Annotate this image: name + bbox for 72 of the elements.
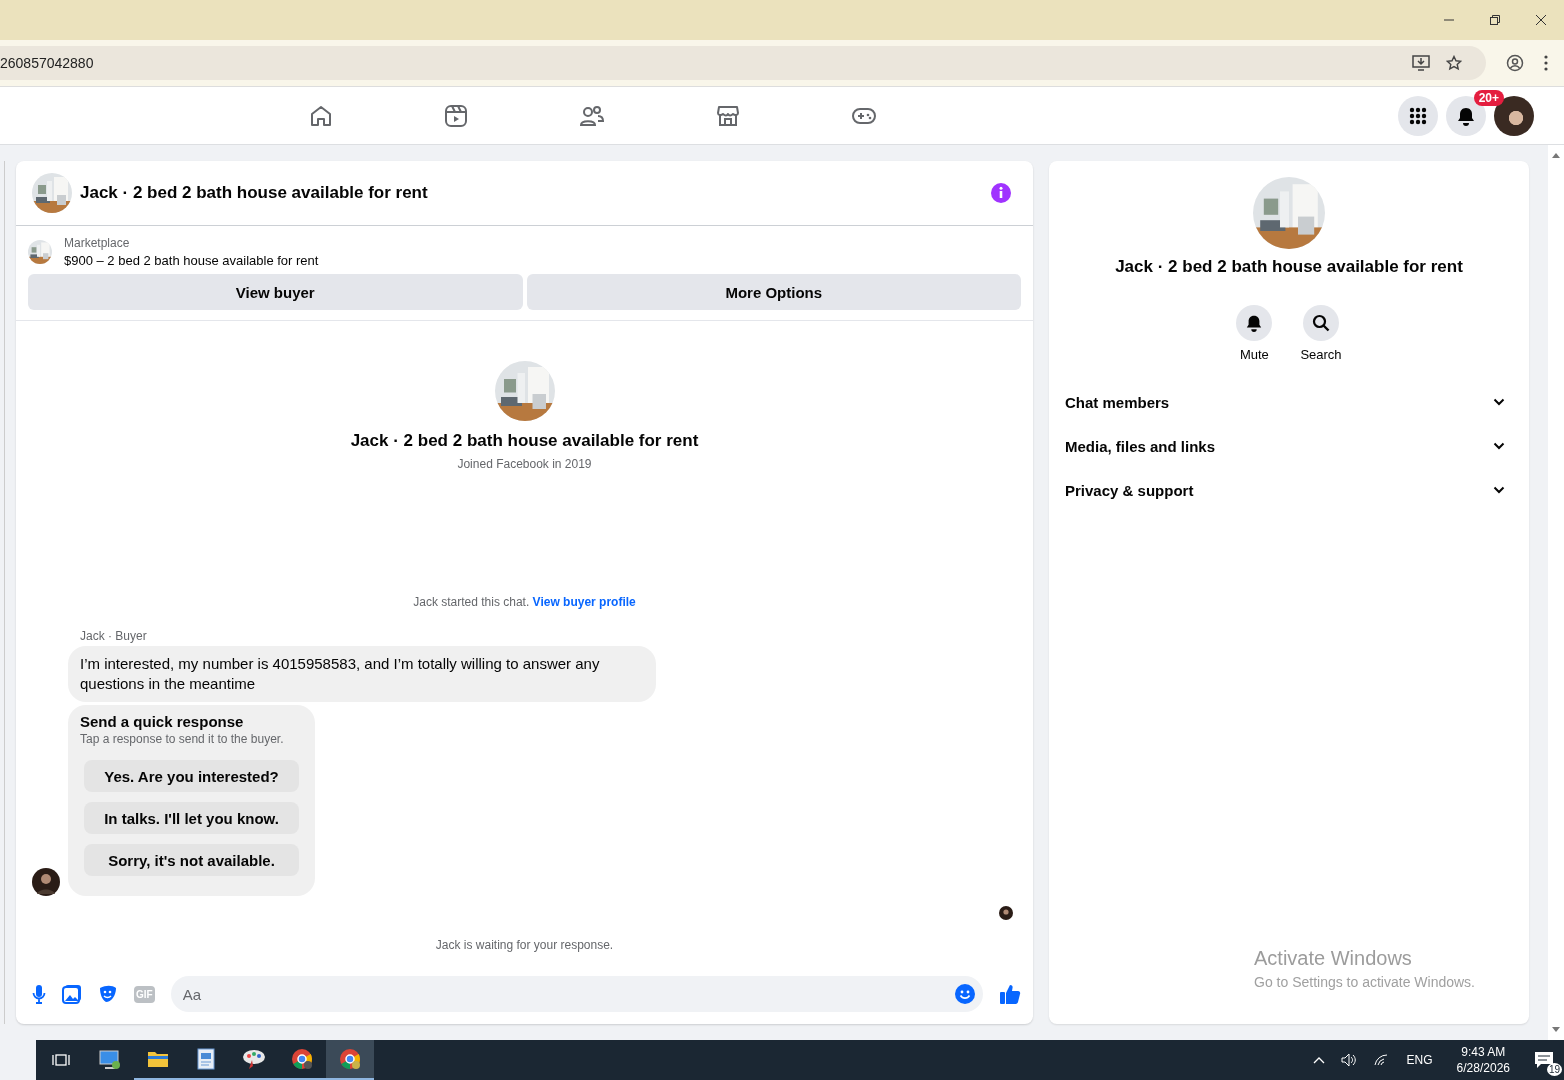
task-view-icon[interactable] <box>52 1052 70 1068</box>
menu-icon[interactable] <box>1544 55 1548 71</box>
notification-badge: 20+ <box>1473 89 1504 106</box>
document-icon[interactable] <box>196 1048 216 1070</box>
quick-reply-button[interactable]: Sorry, it's not available. <box>84 844 299 876</box>
thumbs-up-icon[interactable] <box>999 983 1021 1005</box>
install-icon[interactable] <box>1412 55 1430 71</box>
section-header[interactable]: Chat members <box>1065 380 1513 424</box>
waiting-note: Jack is waiting for your response. <box>434 938 615 952</box>
profile-name: Jack · 2 bed 2 bath house available for rent <box>350 431 699 451</box>
chat-title: Jack · 2 bed 2 bath house available for rent <box>80 183 428 203</box>
action-button[interactable]: More Options <box>526 274 1021 310</box>
listing-title: $900 – 2 bed 2 bath house available for rent <box>64 253 319 268</box>
action-label: Search <box>1300 347 1342 362</box>
store-icon[interactable] <box>716 103 740 128</box>
chrome-icon[interactable] <box>291 1048 313 1070</box>
url-text: 260857042880 <box>0 55 94 71</box>
seen-avatar <box>999 906 1013 920</box>
quick-response-hint: Tap a response to send it to the buyer. <box>80 732 285 746</box>
section-header[interactable]: Privacy & support <box>1065 468 1513 512</box>
sender-name: Jack · Buyer <box>80 629 147 643</box>
chat-start-note: Jack started this chat. View buyer profile <box>413 595 636 609</box>
quick-reply-button[interactable]: Yes. Are you interested? <box>84 760 299 792</box>
section-header[interactable]: Media, files and links <box>1065 424 1513 468</box>
search-button[interactable] <box>1303 305 1339 341</box>
microphone-icon[interactable] <box>32 984 46 1004</box>
buyer-profile-link[interactable]: View buyer profile <box>532 595 636 609</box>
buyer-avatar <box>32 868 60 896</box>
action-label: Mute <box>1239 347 1269 362</box>
scroll-down-icon[interactable] <box>1551 1026 1561 1034</box>
clock-time: 9:43 AM <box>1461 1045 1506 1059</box>
address-bar[interactable]: 260857042880 <box>0 46 1486 80</box>
grid-icon <box>1409 106 1427 125</box>
clock[interactable]: 9:43 AM 6/28/2026 <box>1456 1045 1510 1075</box>
language-indicator[interactable]: ENG <box>1406 1053 1433 1067</box>
joined-text: Joined Facebook in 2019 <box>457 457 592 471</box>
people-icon[interactable] <box>579 103 605 128</box>
bell-icon <box>1456 105 1476 126</box>
bell-icon <box>1245 314 1264 332</box>
emoji-icon[interactable] <box>955 984 975 1004</box>
chevron-up-icon[interactable] <box>1312 1056 1325 1064</box>
image-icon[interactable] <box>62 984 82 1004</box>
chrome-icon[interactable] <box>339 1048 361 1070</box>
speaker-icon[interactable] <box>1340 1053 1357 1067</box>
home-icon[interactable] <box>309 103 333 128</box>
message-bubble: I’m interested, my number is 4015958583, and I’m totally willing to answer any questions in the meantime <box>68 646 656 702</box>
star-icon[interactable] <box>1446 55 1462 71</box>
info-icon[interactable] <box>991 183 1011 203</box>
sticker-icon[interactable] <box>98 984 118 1004</box>
activation-text: Go to Settings to activate Windows. <box>1254 974 1475 990</box>
notification-count: 19 <box>1546 1063 1562 1076</box>
quick-response-title: Send a quick response <box>80 713 245 730</box>
listing-label: Marketplace <box>64 236 131 250</box>
chevron-icon <box>1493 442 1505 450</box>
quick-reply-button[interactable]: In talks. I'll let you know. <box>84 802 299 834</box>
profile-icon[interactable] <box>1506 54 1524 72</box>
mute-button[interactable] <box>1236 305 1273 341</box>
computer-icon[interactable] <box>98 1049 122 1071</box>
activation-title: Activate Windows <box>1254 947 1413 970</box>
search-icon <box>1312 314 1330 332</box>
video-icon[interactable] <box>444 103 468 128</box>
scroll-up-icon[interactable] <box>1551 151 1561 159</box>
clock-date: 6/28/2026 <box>1456 1061 1510 1075</box>
message-field[interactable]: Aa <box>170 976 983 1012</box>
conversation-name: Jack · 2 bed 2 bath house available for rent <box>1115 257 1463 277</box>
wifi-icon[interactable] <box>1372 1053 1389 1067</box>
folder-icon[interactable] <box>147 1050 169 1068</box>
apps-button[interactable] <box>1398 95 1438 136</box>
paint-icon[interactable] <box>242 1048 266 1070</box>
chevron-icon <box>1493 486 1505 494</box>
action-button[interactable]: View buyer <box>28 274 523 310</box>
chevron-icon <box>1493 398 1505 406</box>
